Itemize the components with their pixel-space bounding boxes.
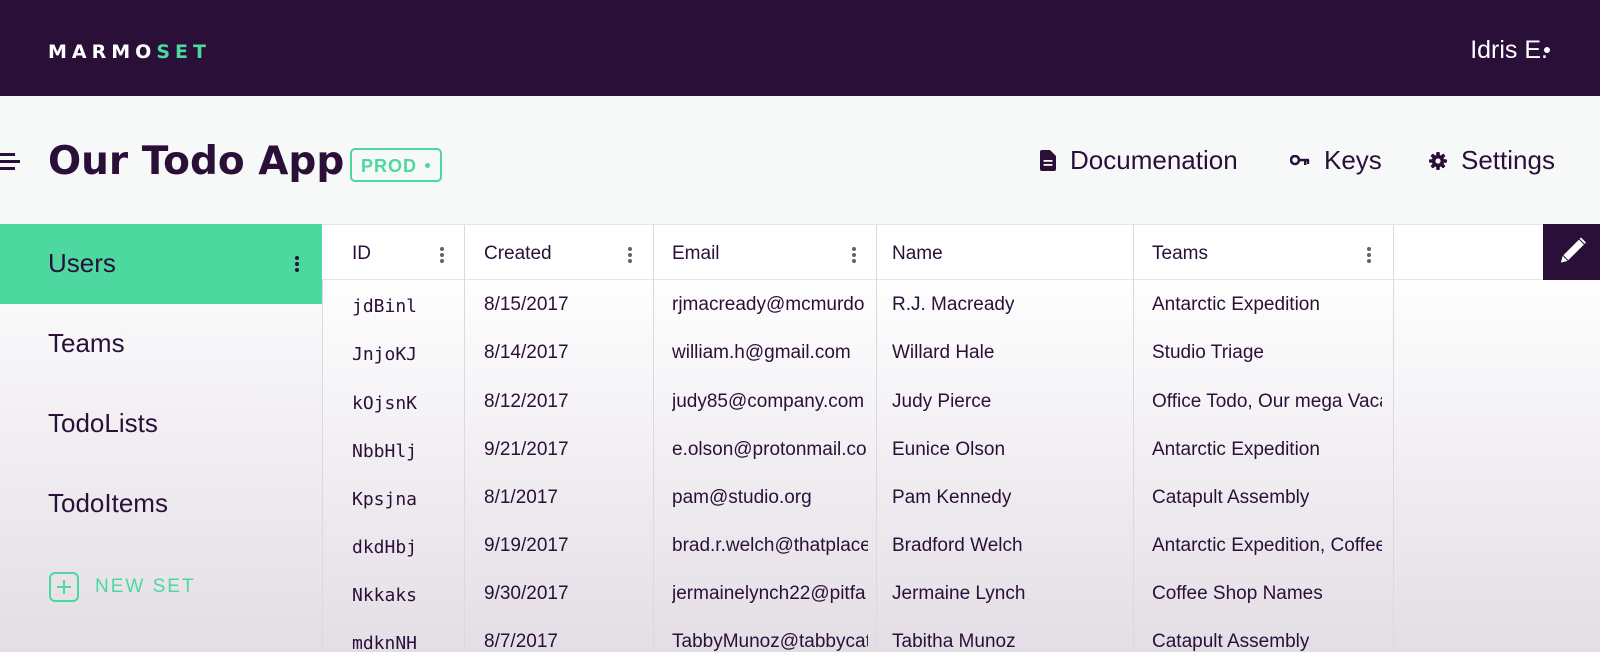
table-row[interactable]: jdBinl 8/15/2017 rjmacready@mcmurdo R.J. Ma…	[322, 280, 1600, 328]
edit-button[interactable]	[1543, 224, 1600, 280]
settings-link[interactable]: Settings	[1429, 145, 1555, 176]
table-header: ID Created Email Name Teams	[322, 224, 1600, 281]
table-row[interactable]: JnjoKJ 8/14/2017 william.h@gmail.com Willar…	[322, 328, 1600, 376]
cell-name[interactable]: Judy Pierce	[892, 391, 991, 413]
table-row[interactable]: Nkkaks 9/30/2017 jermainelynch22@pitfa Jerm…	[322, 569, 1600, 617]
gear-icon	[1429, 151, 1447, 170]
cell-email[interactable]: judy85@company.com	[672, 391, 864, 413]
sidebar-item-teams[interactable]: Teams	[0, 304, 322, 384]
cell-created[interactable]: 8/1/2017	[484, 487, 558, 509]
keys-link[interactable]: Keys	[1290, 145, 1382, 176]
column-divider	[653, 225, 654, 281]
column-header-name[interactable]: Name	[892, 243, 943, 265]
cell-teams[interactable]: Catapult Assembly	[1152, 487, 1309, 509]
column-divider	[1133, 225, 1134, 281]
plus-icon	[49, 572, 79, 602]
env-badge[interactable]: PROD	[350, 148, 442, 182]
cell-email[interactable]: brad.r.welch@thatplace	[672, 535, 868, 557]
env-badge-label: PROD	[361, 156, 418, 176]
data-table: ID Created Email Name Teams jdBinl 8/15/2…	[322, 224, 1600, 652]
teams-column-options-icon[interactable]	[1367, 247, 1371, 263]
cell-created[interactable]: 9/21/2017	[484, 439, 569, 461]
logo[interactable]: MARMOSET	[48, 41, 211, 63]
column-header-teams[interactable]: Teams	[1152, 243, 1208, 265]
cell-email[interactable]: jermainelynch22@pitfa	[672, 583, 866, 605]
new-set-label: NEW SET	[95, 576, 196, 597]
sidebar-item-label: TodoLists	[48, 408, 158, 438]
cell-id[interactable]: NbbHlj	[352, 441, 417, 462]
users-options-icon[interactable]	[295, 256, 299, 272]
user-menu[interactable]: Idris E.	[1470, 36, 1548, 65]
key-icon	[1290, 154, 1310, 165]
user-menu-dot-icon[interactable]	[1544, 47, 1550, 53]
email-column-options-icon[interactable]	[852, 247, 856, 263]
cell-name[interactable]: Eunice Olson	[892, 439, 1005, 461]
cell-email[interactable]: william.h@gmail.com	[672, 342, 851, 364]
column-divider	[1393, 225, 1394, 281]
table-row[interactable]: mdknNH 8/7/2017 TabbyMunoz@tabbycat Tabitha…	[322, 617, 1600, 652]
page-title: Our Todo App	[48, 139, 345, 184]
cell-teams[interactable]: Antarctic Expedition	[1152, 294, 1320, 316]
documentation-label: Documenation	[1070, 145, 1238, 175]
cell-name[interactable]: Tabitha Munoz	[892, 631, 1016, 652]
table-row[interactable]: NbbHlj 9/21/2017 e.olson@protonmail.co Euni…	[322, 425, 1600, 473]
created-column-options-icon[interactable]	[628, 247, 632, 263]
cell-teams[interactable]: Coffee Shop Names	[1152, 583, 1323, 605]
sidebar-item-label: TodoItems	[48, 488, 168, 518]
cell-email[interactable]: e.olson@protonmail.co	[672, 439, 867, 461]
table-row[interactable]: kOjsnK 8/12/2017 judy85@company.com Judy Pi…	[322, 377, 1600, 425]
cell-name[interactable]: Pam Kennedy	[892, 487, 1011, 509]
keys-label: Keys	[1324, 145, 1382, 175]
cell-id[interactable]: Kpsjna	[352, 489, 417, 510]
sidebar-item-label: Teams	[48, 328, 125, 358]
document-icon	[1040, 150, 1056, 171]
cell-teams[interactable]: Office Todo, Our mega Vaca	[1152, 391, 1382, 413]
cell-id[interactable]: jdBinl	[352, 296, 417, 317]
table-row[interactable]: Kpsjna 8/1/2017 pam@studio.org Pam Kennedy C…	[322, 473, 1600, 521]
cell-id[interactable]: mdknNH	[352, 633, 417, 652]
column-header-created[interactable]: Created	[484, 243, 552, 265]
settings-label: Settings	[1461, 145, 1555, 175]
cell-email[interactable]: pam@studio.org	[672, 487, 812, 509]
cell-teams[interactable]: Antarctic Expedition	[1152, 439, 1320, 461]
logo-accent: SET	[156, 41, 211, 63]
cell-teams[interactable]: Studio Triage	[1152, 342, 1264, 364]
sidebar-item-label: Users	[48, 248, 116, 278]
top-bar: MARMOSET Idris E.	[0, 0, 1600, 96]
logo-main: MARMO	[48, 41, 157, 63]
cell-name[interactable]: Bradford Welch	[892, 535, 1023, 557]
cell-email[interactable]: TabbyMunoz@tabbycat	[672, 631, 868, 652]
documentation-link[interactable]: Documenation	[1040, 145, 1238, 176]
column-header-id[interactable]: ID	[352, 243, 371, 265]
cell-created[interactable]: 8/14/2017	[484, 342, 569, 364]
column-divider	[464, 225, 465, 281]
cell-created[interactable]: 8/15/2017	[484, 294, 569, 316]
cell-id[interactable]: kOjsnK	[352, 393, 417, 414]
id-column-options-icon[interactable]	[440, 247, 444, 263]
column-header-email[interactable]: Email	[672, 243, 720, 265]
hamburger-menu-icon[interactable]	[0, 153, 20, 171]
new-set-button[interactable]: NEW SET	[49, 572, 196, 602]
sidebar-item-todoitems[interactable]: TodoItems	[0, 464, 322, 544]
column-divider	[876, 225, 877, 281]
cell-name[interactable]: Willard Hale	[892, 342, 994, 364]
cell-name[interactable]: Jermaine Lynch	[892, 583, 1025, 605]
cell-created[interactable]: 8/7/2017	[484, 631, 558, 652]
cell-created[interactable]: 9/19/2017	[484, 535, 569, 557]
cell-id[interactable]: dkdHbj	[352, 537, 417, 558]
cell-created[interactable]: 8/12/2017	[484, 391, 569, 413]
sidebar-item-users[interactable]: Users	[0, 224, 322, 304]
cell-id[interactable]: Nkkaks	[352, 585, 417, 606]
cell-teams[interactable]: Antarctic Expedition, Coffee	[1152, 535, 1382, 557]
cell-email[interactable]: rjmacready@mcmurdo	[672, 294, 864, 316]
pencil-icon	[1560, 237, 1586, 263]
cell-name[interactable]: R.J. Macready	[892, 294, 1014, 316]
cell-id[interactable]: JnjoKJ	[352, 344, 417, 365]
sidebar-item-todolists[interactable]: TodoLists	[0, 384, 322, 464]
table-row[interactable]: dkdHbj 9/19/2017 brad.r.welch@thatplace Bra…	[322, 521, 1600, 569]
cell-created[interactable]: 9/30/2017	[484, 583, 569, 605]
env-dot-icon	[425, 163, 430, 168]
cell-teams[interactable]: Catapult Assembly	[1152, 631, 1309, 652]
